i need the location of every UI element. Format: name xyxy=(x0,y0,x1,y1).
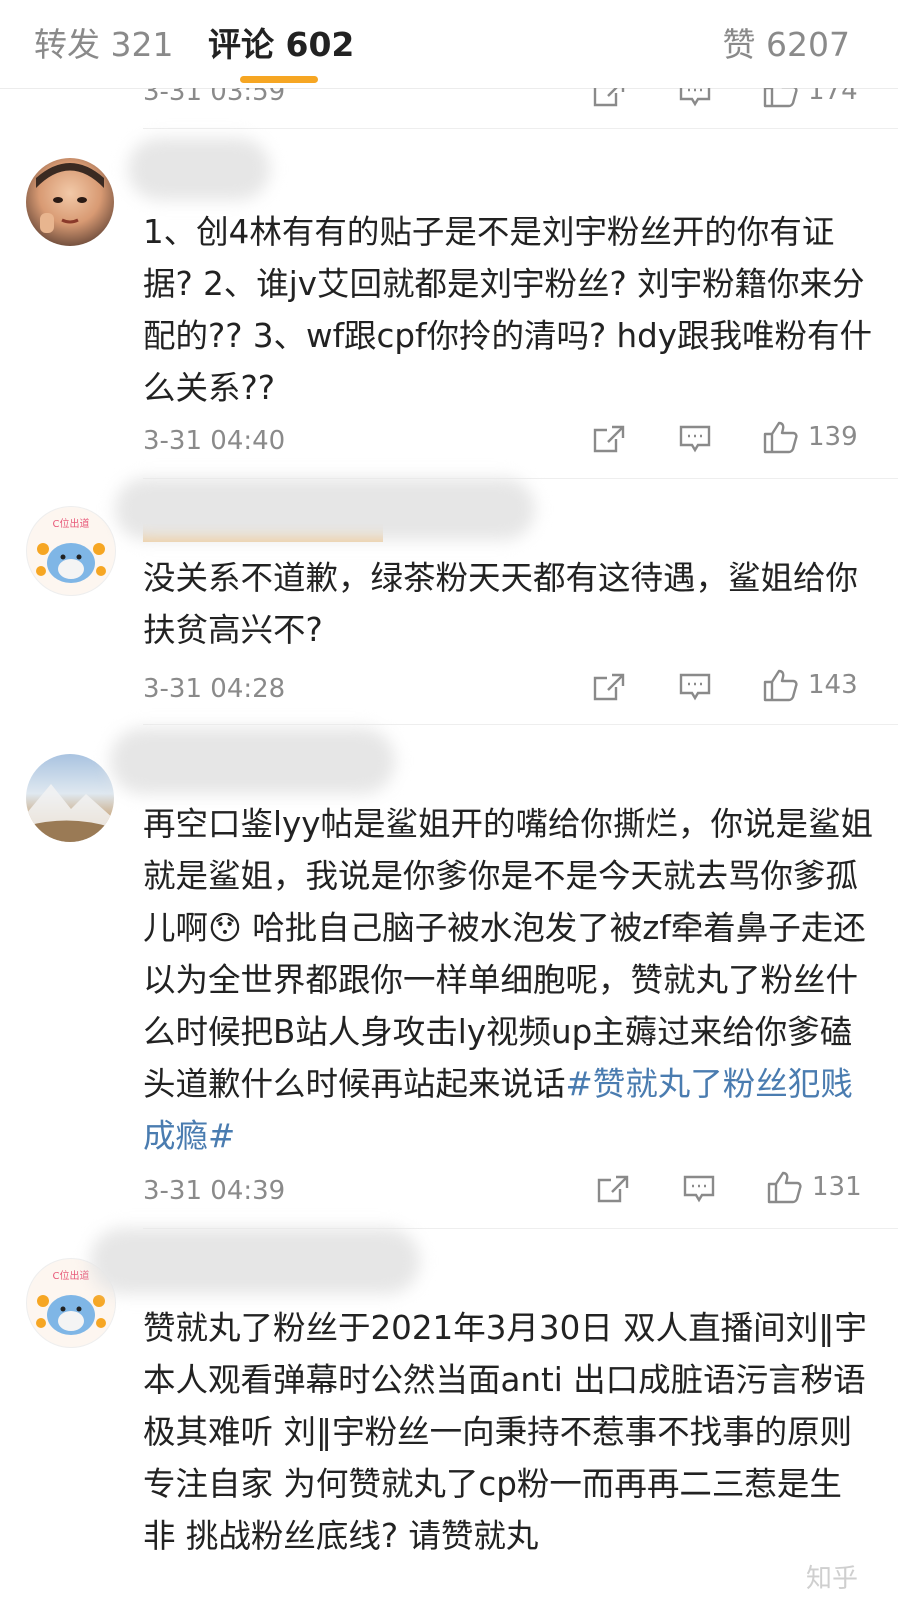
comment-button[interactable] xyxy=(678,424,712,454)
zhihu-watermark: 知乎 xyxy=(805,1564,858,1594)
like-button[interactable]: 139 xyxy=(762,420,858,454)
thumbs-up-icon xyxy=(762,668,798,702)
surprised-emoji-icon: 😯 xyxy=(208,909,242,947)
active-tab-indicator xyxy=(240,76,318,83)
comment-item: C位出道 ████████████ 没关系不道歉，绿茶粉天天都有这待遇，鲨姐给你… xyxy=(0,478,898,724)
avatar[interactable] xyxy=(26,158,114,246)
tab-reposts[interactable]: 转发 321 xyxy=(34,18,173,66)
comment-item: 1、创4林有有的贴子是不是刘宇粉丝开的你有证据? 2、谁jv艾回就都是刘宇粉丝?… xyxy=(0,128,898,478)
comment-time: 3-31 04:28 xyxy=(143,674,286,704)
repost-button[interactable] xyxy=(592,672,626,702)
svg-text:C位出道: C位出道 xyxy=(53,517,90,530)
avatar[interactable]: C位出道 xyxy=(26,506,116,596)
like-count: 143 xyxy=(808,670,858,700)
username-blurred[interactable] xyxy=(115,478,535,540)
comment-text: 1、创4林有有的贴子是不是刘宇粉丝开的你有证据? 2、谁jv艾回就都是刘宇粉丝?… xyxy=(143,213,873,407)
comment-time: 3-31 04:39 xyxy=(143,1176,286,1206)
comment-icon xyxy=(678,672,712,702)
comment-item: C位出道 赞就丸了粉丝于2021年3月30日 双人直播间刘‖宇本人观看弹幕时公然… xyxy=(0,1228,898,1597)
repost-button[interactable] xyxy=(592,424,626,454)
repost-button[interactable] xyxy=(596,1174,630,1204)
like-button[interactable]: 143 xyxy=(762,668,858,702)
comment-button[interactable] xyxy=(682,1174,716,1204)
like-count: 139 xyxy=(808,422,858,452)
username-blurred[interactable] xyxy=(128,138,270,200)
tab-comments[interactable]: 评论 602 xyxy=(208,18,354,66)
thumbs-up-icon xyxy=(762,420,798,454)
avatar-photo-icon xyxy=(36,163,104,233)
repost-icon xyxy=(592,672,626,702)
landscape-photo-icon xyxy=(26,784,114,842)
avatar[interactable] xyxy=(26,754,114,842)
repost-icon xyxy=(596,1174,630,1204)
comment-time: 3-31 04:40 xyxy=(143,426,286,456)
comment-text: 再空口鉴lyy帖是鲨姐开的嘴给你撕烂，你说是鲨姐就是鲨姐，我说是你爹你是不是今天… xyxy=(143,798,873,1162)
tab-likes[interactable]: 赞 6207 xyxy=(723,18,850,66)
comment-text: 没关系不道歉，绿茶粉天天都有这待遇，鲨姐给你扶贫高兴不? xyxy=(143,559,859,649)
like-button[interactable]: 131 xyxy=(766,1170,862,1204)
comment-icon xyxy=(682,1174,716,1204)
like-count: 131 xyxy=(812,1172,862,1202)
comment-text: 赞就丸了粉丝于2021年3月30日 双人直播间刘‖宇本人观看弹幕时公然当面ant… xyxy=(143,1309,867,1555)
comment-icon xyxy=(678,424,712,454)
svg-text:C位出道: C位出道 xyxy=(53,1269,90,1282)
username-blurred[interactable] xyxy=(110,728,395,794)
comment-item: 再空口鉴lyy帖是鲨姐开的嘴给你撕烂，你说是鲨姐就是鲨姐，我说是你爹你是不是今天… xyxy=(0,724,898,1228)
repost-icon xyxy=(592,424,626,454)
comment-button[interactable] xyxy=(678,672,712,702)
dolphin-cartoon-icon: C位出道 xyxy=(36,517,106,583)
tab-bar: 转发 321 评论 602 赞 6207 xyxy=(0,0,898,88)
thumbs-up-icon xyxy=(766,1170,802,1204)
username-blurred[interactable] xyxy=(90,1228,420,1294)
